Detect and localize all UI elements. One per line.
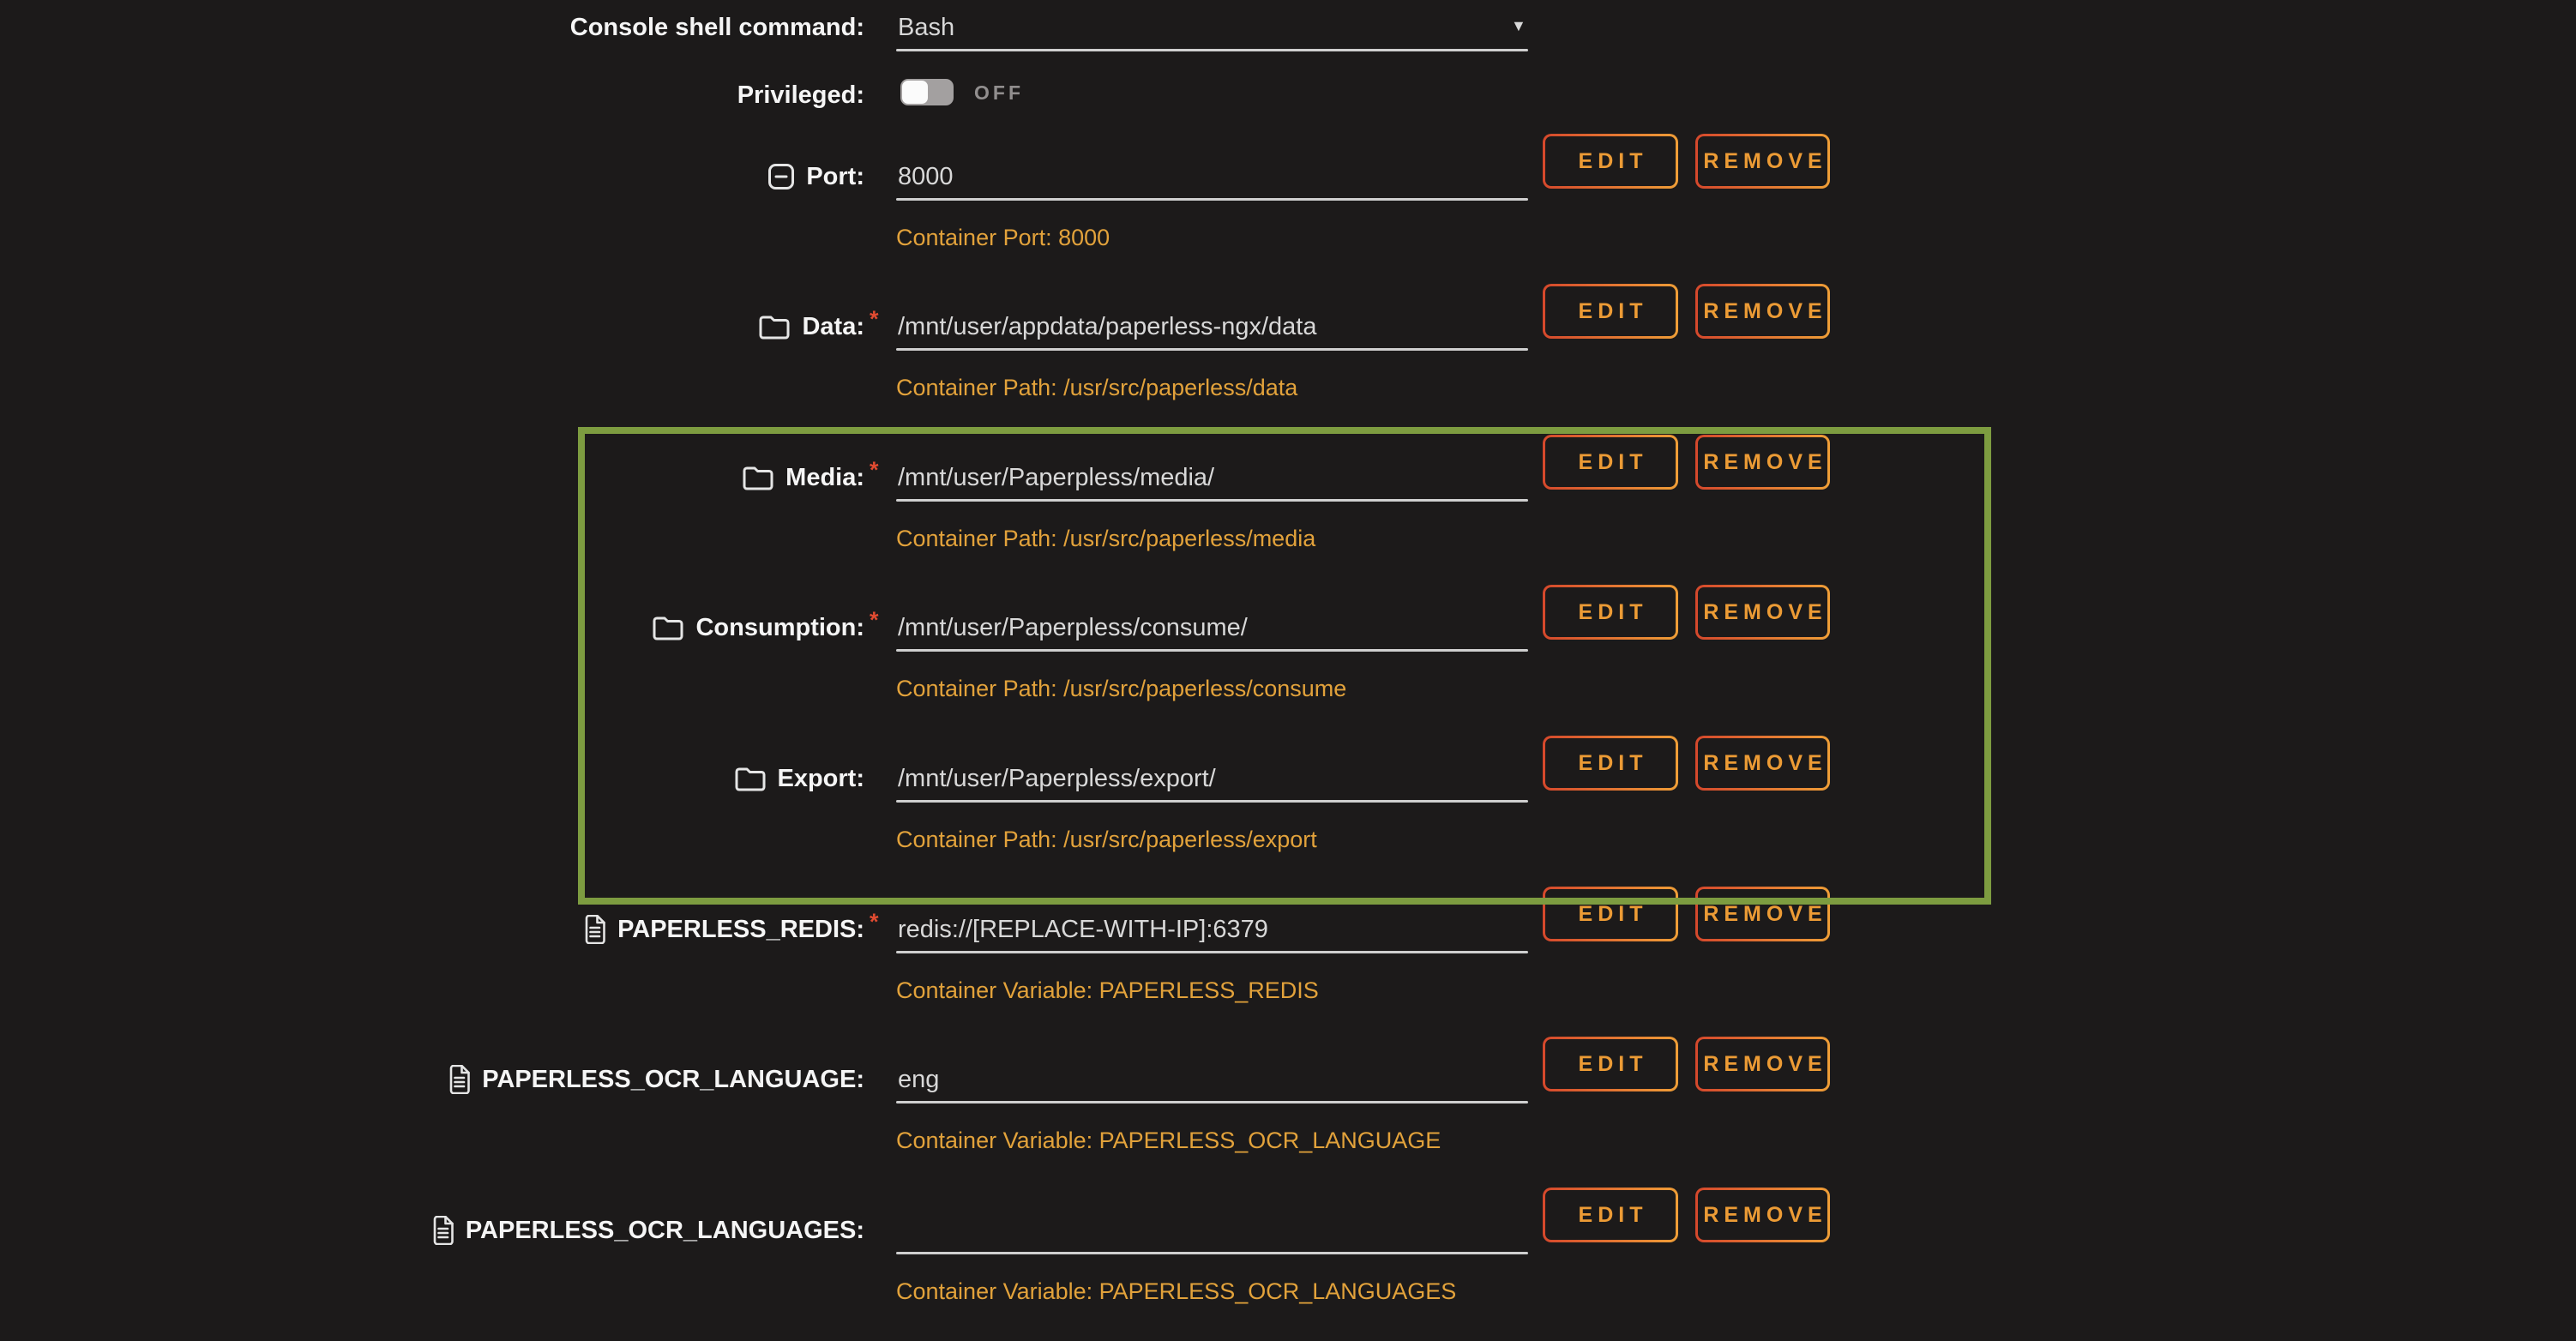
field-underline (896, 951, 1528, 953)
edit-button[interactable]: EDIT (1543, 887, 1678, 941)
remove-button[interactable]: REMOVE (1695, 736, 1830, 791)
field-value-input[interactable]: /mnt/user/Paperpless/media/ (898, 462, 1515, 493)
dropdown-arrow-icon[interactable]: ▼ (1511, 17, 1526, 35)
field-value-input[interactable]: eng (898, 1064, 1515, 1095)
field-underline (896, 198, 1528, 201)
toggle-knob (902, 81, 928, 104)
field-value-input[interactable] (898, 1215, 1515, 1246)
field-underline (896, 499, 1528, 502)
required-asterisk: * (870, 457, 879, 484)
privileged-label-cell: Privileged: (0, 80, 864, 111)
field-label: Port: (806, 163, 864, 191)
field-value-input[interactable]: /mnt/user/Paperpless/consume/ (898, 612, 1515, 643)
docker-template-settings-page: Console shell command: Bash ▼ Privileged… (0, 0, 2576, 1341)
folder-icon (652, 614, 684, 641)
required-asterisk: * (870, 607, 879, 634)
port-icon (767, 163, 795, 190)
field-label: Export: (778, 765, 865, 793)
folder-icon (734, 765, 767, 792)
field-label: PAPERLESS_OCR_LANGUAGES: (466, 1217, 864, 1245)
folder-icon (742, 464, 774, 491)
remove-button[interactable]: REMOVE (1695, 585, 1830, 640)
document-icon (430, 1216, 454, 1245)
field-underline (896, 348, 1528, 351)
consumption-label-cell: Consumption: (0, 612, 864, 643)
field-helper-text: Container Variable: PAPERLESS_OCR_LANGUA… (896, 1128, 1441, 1154)
field-label: Privileged: (737, 81, 864, 110)
field-underline (896, 649, 1528, 652)
media-label-cell: Media: (0, 462, 864, 493)
remove-button[interactable]: REMOVE (1695, 1037, 1830, 1091)
remove-button[interactable]: REMOVE (1695, 284, 1830, 339)
field-label: Consumption: (695, 614, 864, 642)
document-icon (582, 915, 606, 944)
remove-button[interactable]: REMOVE (1695, 435, 1830, 490)
console-shell-select[interactable]: Bash (898, 12, 1515, 43)
field-helper-text: Container Path: /usr/src/paperless/expor… (896, 827, 1317, 853)
paperless-ocr-languages-label-cell: PAPERLESS_OCR_LANGUAGES: (0, 1215, 864, 1246)
field-underline (896, 1252, 1528, 1254)
field-underline (896, 49, 1528, 51)
field-helper-text: Container Variable: PAPERLESS_REDIS (896, 977, 1319, 1004)
edit-button[interactable]: EDIT (1543, 736, 1678, 791)
edit-button[interactable]: EDIT (1543, 435, 1678, 490)
remove-button[interactable]: REMOVE (1695, 134, 1830, 189)
field-helper-text: Container Path: /usr/src/paperless/media (896, 526, 1315, 552)
field-value-input[interactable]: redis://[REPLACE-WITH-IP]:6379 (898, 914, 1515, 945)
privileged-toggle[interactable] (900, 79, 954, 105)
field-helper-text: Container Port: 8000 (896, 225, 1110, 251)
edit-button[interactable]: EDIT (1543, 1037, 1678, 1091)
toggle-state-label: OFF (974, 81, 1024, 105)
edit-button[interactable]: EDIT (1543, 585, 1678, 640)
console-shell-command-label-cell: Console shell command: (0, 12, 864, 43)
required-asterisk: * (870, 306, 879, 333)
remove-button[interactable]: REMOVE (1695, 887, 1830, 941)
field-label: Media: (785, 464, 864, 492)
field-value-input[interactable]: /mnt/user/appdata/paperless-ngx/data (898, 311, 1515, 342)
edit-button[interactable]: EDIT (1543, 134, 1678, 189)
field-value-input[interactable]: /mnt/user/Paperpless/export/ (898, 763, 1515, 794)
field-helper-text: Container Path: /usr/src/paperless/data (896, 375, 1297, 401)
edit-button[interactable]: EDIT (1543, 1188, 1678, 1242)
field-helper-text: Container Path: /usr/src/paperless/consu… (896, 676, 1346, 702)
field-label: PAPERLESS_OCR_LANGUAGE: (482, 1066, 864, 1094)
port-label-cell: Port: (0, 161, 864, 192)
remove-button[interactable]: REMOVE (1695, 1188, 1830, 1242)
paperless-redis-label-cell: PAPERLESS_REDIS: (0, 914, 864, 945)
document-icon (447, 1065, 471, 1094)
field-underline (896, 800, 1528, 803)
data-label-cell: Data: (0, 311, 864, 342)
folder-icon (758, 313, 791, 340)
field-value-input[interactable]: 8000 (898, 161, 1515, 192)
edit-button[interactable]: EDIT (1543, 284, 1678, 339)
export-label-cell: Export: (0, 763, 864, 794)
field-helper-text: Container Variable: PAPERLESS_OCR_LANGUA… (896, 1278, 1456, 1305)
paperless-ocr-language-label-cell: PAPERLESS_OCR_LANGUAGE: (0, 1064, 864, 1095)
field-label: Console shell command: (570, 14, 864, 42)
field-underline (896, 1101, 1528, 1103)
field-label: Data: (802, 313, 864, 341)
field-label: PAPERLESS_REDIS: (617, 916, 864, 944)
required-asterisk: * (870, 909, 879, 935)
